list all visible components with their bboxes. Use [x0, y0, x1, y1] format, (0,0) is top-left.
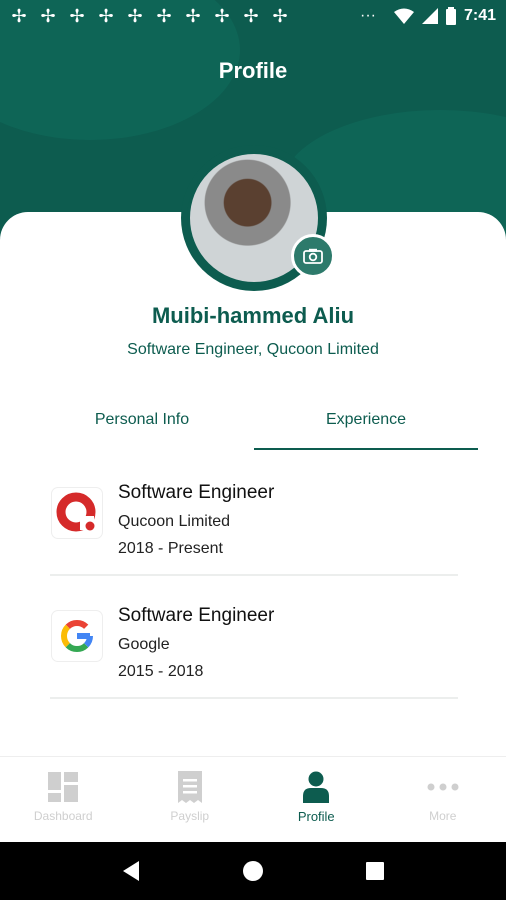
google-logo	[52, 611, 102, 661]
job-title: Software Engineer	[118, 605, 275, 626]
nav-label: Profile	[297, 809, 335, 824]
status-bar: ✢ ✢ ✢ ✢ ✢ ✢ ✢ ✢ ✢ ✢ ··· 7:41	[0, 0, 506, 32]
pinwheel-icon: ✢	[69, 6, 85, 26]
pinwheel-icon: ✢	[127, 6, 143, 26]
profile-tabs: Personal Info Experience	[30, 400, 478, 450]
wifi-icon	[393, 8, 414, 24]
nav-item-payslip[interactable]: Payslip	[127, 757, 254, 842]
pinwheel-icon: ✢	[243, 6, 259, 26]
nav-label: Dashboard	[33, 809, 93, 823]
payslip-icon	[177, 771, 202, 803]
nav-label: Payslip	[170, 809, 210, 823]
qucoon-logo	[52, 488, 102, 538]
nav-item-more[interactable]: More	[380, 757, 506, 842]
nav-label: More	[429, 809, 457, 823]
camera-icon	[303, 248, 323, 264]
overflow-dots: ···	[359, 7, 376, 24]
pinwheel-icon: ✢	[11, 6, 27, 26]
bottom-navigation: Dashboard Payslip Profile More	[0, 756, 506, 842]
home-icon[interactable]	[242, 860, 264, 882]
job-period: 2018 - Present	[118, 540, 223, 557]
change-photo-button[interactable]	[291, 234, 335, 278]
job-period: 2015 - 2018	[118, 663, 204, 680]
user-role: Software Engineer, Qucoon Limited	[127, 341, 379, 358]
recents-icon[interactable]	[365, 861, 385, 881]
profile-icon	[303, 771, 330, 803]
dashboard-icon	[48, 772, 79, 802]
pinwheel-icon: ✢	[40, 6, 56, 26]
more-icon	[427, 783, 459, 791]
job-title: Software Engineer	[118, 482, 275, 503]
battery-icon	[445, 7, 456, 25]
company-name: Google	[118, 636, 170, 653]
page-title: Profile	[218, 58, 288, 83]
company-name: Qucoon Limited	[118, 513, 231, 530]
cell-signal-icon	[421, 8, 438, 24]
notification-icons: ✢ ✢ ✢ ✢ ✢ ✢ ✢ ✢ ✢ ✢	[10, 7, 289, 25]
pinwheel-icon: ✢	[272, 6, 288, 26]
pinwheel-icon: ✢	[98, 6, 114, 26]
pinwheel-icon: ✢	[185, 6, 201, 26]
tab-experience[interactable]: Experience	[254, 400, 478, 450]
nav-item-profile[interactable]: Profile	[253, 757, 380, 842]
experience-item[interactable]: Software Engineer Google 2015 - 2018	[50, 599, 458, 699]
status-time: 7:41	[463, 7, 496, 24]
pinwheel-icon: ✢	[156, 6, 172, 26]
tab-personal-info[interactable]: Personal Info	[30, 400, 254, 450]
system-navigation-bar	[0, 842, 506, 900]
pinwheel-icon: ✢	[214, 6, 230, 26]
experience-item[interactable]: Software Engineer Qucoon Limited 2018 - …	[50, 476, 458, 576]
user-name: Muibi-hammed Aliu	[151, 303, 355, 328]
back-icon[interactable]	[121, 860, 141, 882]
nav-item-dashboard[interactable]: Dashboard	[0, 757, 127, 842]
